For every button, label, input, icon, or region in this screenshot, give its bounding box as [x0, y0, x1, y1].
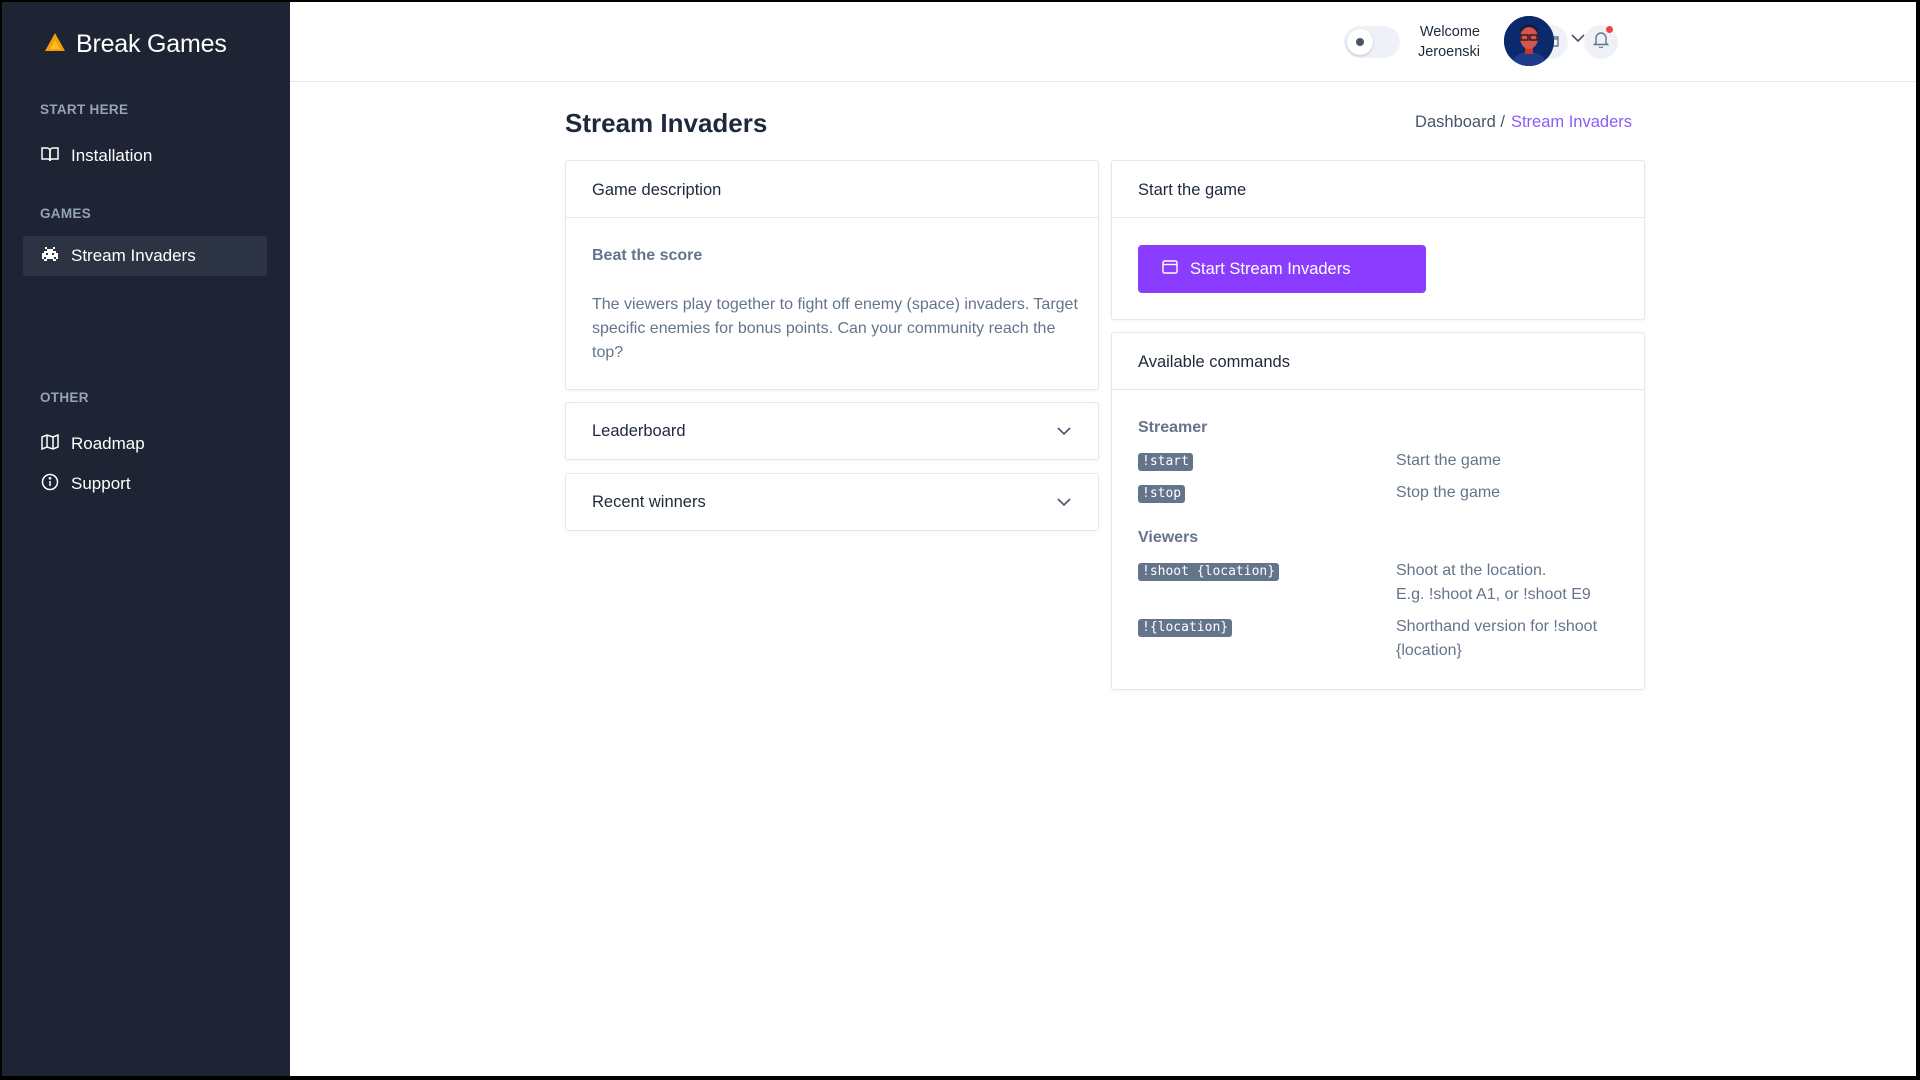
- avatar-image: [1504, 16, 1554, 66]
- welcome-text: Welcome: [1419, 24, 1480, 40]
- page-title: Stream Invaders: [565, 108, 768, 138]
- sidebar-item-label: Stream Invaders: [71, 246, 196, 265]
- start-game-label: Start Stream Invaders: [1190, 259, 1351, 278]
- logo-icon: [44, 32, 66, 57]
- start-game-card: Start the game Start Stream Invaders: [1111, 160, 1645, 320]
- viewers-group-label: Viewers: [1138, 529, 1199, 546]
- breadcrumb-current: Stream Invaders: [1510, 113, 1632, 131]
- toggle-knob: [1347, 29, 1373, 55]
- window-icon: [1162, 259, 1178, 279]
- sidebar-item-label: Installation: [71, 146, 153, 165]
- description-text: The viewers play together to fight off e…: [592, 296, 1078, 361]
- recent-winners-card[interactable]: Recent winners: [565, 473, 1099, 531]
- theme-toggle[interactable]: [1344, 26, 1400, 58]
- user-menu-chevron-icon[interactable]: [1570, 30, 1586, 48]
- command-description-line: {location}: [1396, 642, 1462, 659]
- sidebar-item-support[interactable]: Support: [23, 464, 267, 504]
- bell-icon: [1592, 31, 1610, 53]
- available-commands-card: Available commands Streamer !start Start…: [1111, 332, 1645, 690]
- command-code[interactable]: !shoot {location}: [1138, 563, 1280, 581]
- sidebar-item-label: Support: [71, 474, 131, 493]
- leaderboard-toggle[interactable]: Leaderboard: [566, 403, 1098, 459]
- sun-icon: [1356, 38, 1364, 46]
- map-icon: [41, 433, 59, 455]
- card-header: Start the game: [1112, 161, 1644, 218]
- command-description: Shoot at the location. E.g. !shoot A1, o…: [1396, 559, 1616, 607]
- space-invader-icon: [41, 246, 59, 266]
- command-code[interactable]: !{location}: [1138, 619, 1233, 637]
- topbar: [290, 2, 1916, 82]
- sidebar: Break Games START HERE Installation GAME…: [2, 2, 290, 1076]
- avatar[interactable]: [1504, 16, 1554, 66]
- card-title: Recent winners: [592, 492, 706, 511]
- sidebar-item-roadmap[interactable]: Roadmap: [23, 424, 267, 464]
- info-circle-icon: [41, 473, 59, 496]
- breadcrumb: Dashboard / Stream Invaders: [1415, 113, 1632, 132]
- notification-dot: [1606, 26, 1613, 33]
- description-subtitle: Beat the score: [592, 247, 703, 264]
- brand-name: Break Games: [76, 30, 227, 58]
- username: Jeroenski: [1417, 44, 1480, 60]
- sidebar-section-other: OTHER: [40, 390, 89, 405]
- command-description-line: Shorthand version for !shoot: [1396, 618, 1598, 635]
- command-description-line: E.g. !shoot A1, or !shoot E9: [1396, 586, 1591, 603]
- sidebar-item-label: Roadmap: [71, 434, 145, 453]
- chevron-down-icon: [1056, 493, 1072, 512]
- brand[interactable]: Break Games: [44, 30, 227, 59]
- command-code[interactable]: !start: [1138, 453, 1193, 471]
- streamer-group-label: Streamer: [1138, 419, 1208, 436]
- sidebar-item-installation[interactable]: Installation: [23, 136, 267, 176]
- recent-winners-toggle[interactable]: Recent winners: [566, 474, 1098, 530]
- chevron-down-icon: [1056, 422, 1072, 441]
- sidebar-item-stream-invaders[interactable]: Stream Invaders: [23, 236, 267, 276]
- sidebar-section-games: GAMES: [40, 206, 92, 221]
- command-description: Stop the game: [1396, 484, 1501, 501]
- start-game-button[interactable]: Start Stream Invaders: [1138, 245, 1426, 293]
- game-description-card: Game description Beat the score The view…: [565, 160, 1099, 390]
- user-greeting: Welcome Jeroenski: [1412, 22, 1480, 62]
- card-header: Available commands: [1112, 333, 1644, 390]
- app-window: Break Games START HERE Installation GAME…: [2, 2, 1916, 1076]
- card-title: Leaderboard: [592, 421, 686, 440]
- card-header: Game description: [566, 161, 1098, 218]
- command-description: Start the game: [1396, 452, 1501, 469]
- leaderboard-card[interactable]: Leaderboard: [565, 402, 1099, 460]
- command-description-line: Shoot at the location.: [1396, 562, 1547, 579]
- sidebar-section-start-here: START HERE: [40, 102, 129, 117]
- command-description: Shorthand version for !shoot {location}: [1396, 615, 1616, 663]
- command-code[interactable]: !stop: [1138, 485, 1186, 503]
- book-icon: [41, 146, 59, 167]
- notifications-button[interactable]: [1584, 25, 1618, 59]
- breadcrumb-dashboard[interactable]: Dashboard /: [1415, 113, 1505, 132]
